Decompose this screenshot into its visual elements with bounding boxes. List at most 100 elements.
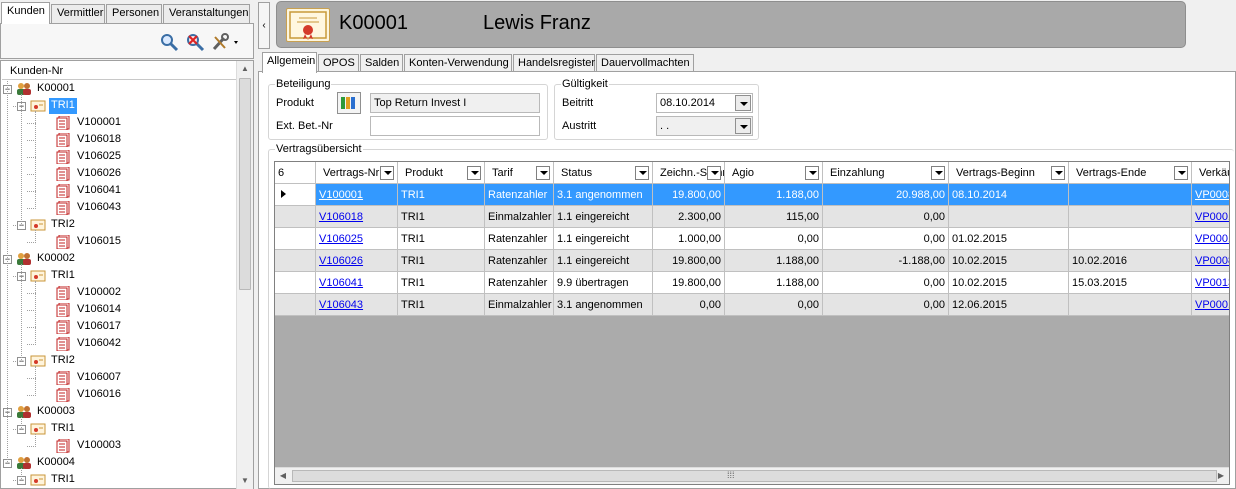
tree-item-contract[interactable]: V106014	[2, 302, 237, 319]
table-row[interactable]: V100001 TRI1 Ratenzahler 3.1 angenommen 19.8…	[275, 184, 1229, 206]
filter-dropdown-icon[interactable]	[1051, 166, 1065, 180]
tree-item-contract[interactable]: V106018	[2, 132, 237, 149]
table-row[interactable]: V106026 TRI1 Ratenzahler 1.1 eingereicht 19.…	[275, 250, 1229, 272]
tree-item-product[interactable]: − TRI1	[2, 98, 237, 115]
tree-item-contract[interactable]: V100002	[2, 285, 237, 302]
cell-verkaeufer[interactable]: VP0013	[1192, 272, 1229, 294]
tab-kunden[interactable]: Kunden	[1, 2, 50, 24]
cell-verkaeufer[interactable]: VP0001	[1192, 228, 1229, 250]
column-header-zeichn-summe[interactable]: Zeichn.-Summe	[653, 162, 725, 184]
column-header-einzahlung[interactable]: Einzahlung	[823, 162, 949, 184]
tree-item-customer[interactable]: − K00004	[2, 455, 237, 472]
column-header-vertrags-nr[interactable]: Vertrags-Nr	[316, 162, 398, 184]
column-header-tarif[interactable]: Tarif	[485, 162, 554, 184]
tree-item-contract[interactable]: V106016	[2, 387, 237, 404]
tree-item-label: V106025	[77, 150, 122, 162]
scroll-left-icon[interactable]: ◀	[275, 468, 291, 484]
row-selector[interactable]	[275, 294, 316, 316]
table-row[interactable]: V106025 TRI1 Ratenzahler 1.1 eingereicht 1.0…	[275, 228, 1229, 250]
tab-dauervollmachten[interactable]: Dauervollmachten	[596, 54, 694, 72]
scroll-up-icon[interactable]: ▲	[237, 61, 253, 77]
cell-vertrags-nr[interactable]: V106025	[316, 228, 398, 250]
tab-konten-verwendung[interactable]: Konten-Verwendung	[404, 54, 512, 72]
cell-vertrags-nr[interactable]: V100001	[316, 184, 398, 206]
row-selector[interactable]	[275, 184, 316, 206]
column-header-status[interactable]: Status	[554, 162, 653, 184]
contracts-grid[interactable]: 6 Vertrags-Nr Produkt Tarif Status Zeichn.-Su…	[274, 161, 1230, 485]
cell-verkaeufer[interactable]: VP0008	[1192, 250, 1229, 272]
tools-dropdown-icon[interactable]	[211, 32, 241, 52]
scroll-thumb[interactable]	[292, 470, 1217, 482]
scroll-down-icon[interactable]: ▼	[237, 473, 253, 489]
tree-item-contract[interactable]: V100003	[2, 438, 237, 455]
tree-item-product[interactable]: − TRI1	[2, 268, 237, 285]
cell-vertrags-nr[interactable]: V106043	[316, 294, 398, 316]
filter-dropdown-icon[interactable]	[380, 166, 394, 180]
cell-verkaeufer[interactable]: VP0001	[1192, 206, 1229, 228]
beitritt-date-picker[interactable]: 08.10.2014	[656, 93, 753, 113]
tab-opos[interactable]: OPOS	[318, 54, 359, 72]
tree-item-product[interactable]: − TRI2	[2, 353, 237, 370]
produkt-field[interactable]: Top Return Invest I	[370, 93, 540, 113]
filter-dropdown-icon[interactable]	[467, 166, 481, 180]
cell-verkaeufer[interactable]: VP0001	[1192, 294, 1229, 316]
column-header-vertrags-beginn[interactable]: Vertrags-Beginn	[949, 162, 1069, 184]
row-selector[interactable]	[275, 206, 316, 228]
tree-item-customer[interactable]: − K00003	[2, 404, 237, 421]
row-selector[interactable]	[275, 272, 316, 294]
tree-column-header[interactable]: Kunden-Nr	[2, 62, 237, 80]
product-picker-icon[interactable]	[337, 92, 361, 114]
column-header-produkt[interactable]: Produkt	[398, 162, 485, 184]
table-row[interactable]: V106041 TRI1 Ratenzahler 9.9 übertragen 19.8…	[275, 272, 1229, 294]
tree-item-product[interactable]: − TRI1	[2, 472, 237, 489]
tree-item-contract[interactable]: V106017	[2, 319, 237, 336]
ext-bet-nr-field[interactable]	[370, 116, 540, 136]
row-selector[interactable]	[275, 250, 316, 272]
tree-item-contract[interactable]: V106041	[2, 183, 237, 200]
tree-item-contract[interactable]: V106007	[2, 370, 237, 387]
tree-item-contract[interactable]: V100001	[2, 115, 237, 132]
austritt-date-picker[interactable]: . .	[656, 116, 753, 136]
tab-veranstaltungen[interactable]: Veranstaltungen	[163, 4, 250, 23]
chevron-down-icon[interactable]	[735, 118, 751, 134]
column-header-verkaeufer[interactable]: Verkäuf	[1192, 162, 1229, 184]
filter-dropdown-icon[interactable]	[707, 166, 721, 180]
cell-verkaeufer[interactable]: VP0008	[1192, 184, 1229, 206]
tab-handelsregister[interactable]: Handelsregister	[513, 54, 595, 72]
tree-item-contract[interactable]: V106015	[2, 234, 237, 251]
scroll-thumb[interactable]	[239, 78, 251, 290]
filter-dropdown-icon[interactable]	[1174, 166, 1188, 180]
tree-vertical-scrollbar[interactable]: ▲ ▼	[236, 61, 253, 489]
table-row[interactable]: V106018 TRI1 Einmalzahler 1.1 eingereicht 2.…	[275, 206, 1229, 228]
filter-dropdown-icon[interactable]	[805, 166, 819, 180]
tree-item-product[interactable]: − TRI2	[2, 217, 237, 234]
collapse-left-panel-icon[interactable]: ‹	[258, 2, 270, 49]
tree-item-product[interactable]: − TRI1	[2, 421, 237, 438]
search-icon[interactable]	[159, 32, 179, 52]
tree-item-contract[interactable]: V106025	[2, 149, 237, 166]
tab-vermittler[interactable]: Vermittler	[51, 4, 105, 23]
table-row[interactable]: V106043 TRI1 Einmalzahler 3.1 angenommen 0,0…	[275, 294, 1229, 316]
cell-vertrags-nr[interactable]: V106018	[316, 206, 398, 228]
row-selector[interactable]	[275, 228, 316, 250]
chevron-down-icon[interactable]	[735, 95, 751, 111]
column-header-agio[interactable]: Agio	[725, 162, 823, 184]
filter-dropdown-icon[interactable]	[931, 166, 945, 180]
scroll-right-icon[interactable]: ▶	[1213, 468, 1229, 484]
tree-item-customer[interactable]: − K00001	[2, 81, 237, 98]
tab-salden[interactable]: Salden	[360, 54, 403, 72]
column-header-vertrags-ende[interactable]: Vertrags-Ende	[1069, 162, 1192, 184]
tree-item-contract[interactable]: V106042	[2, 336, 237, 353]
filter-dropdown-icon[interactable]	[536, 166, 550, 180]
tab-allgemein[interactable]: Allgemein	[262, 52, 317, 73]
tree-item-customer[interactable]: − K00002	[2, 251, 237, 268]
tree-item-contract[interactable]: V106043	[2, 200, 237, 217]
clear-search-icon[interactable]	[185, 32, 205, 52]
tree-item-contract[interactable]: V106026	[2, 166, 237, 183]
filter-dropdown-icon[interactable]	[635, 166, 649, 180]
cell-vertrags-nr[interactable]: V106041	[316, 272, 398, 294]
cell-vertrags-nr[interactable]: V106026	[316, 250, 398, 272]
tab-personen[interactable]: Personen	[106, 4, 162, 23]
customer-tree[interactable]: − K00001− TRI1 V100001 V106018 V106025 V106026…	[2, 81, 237, 489]
grid-horizontal-scrollbar[interactable]: ◀ ⁞⁞⁞ ▶	[275, 467, 1229, 484]
